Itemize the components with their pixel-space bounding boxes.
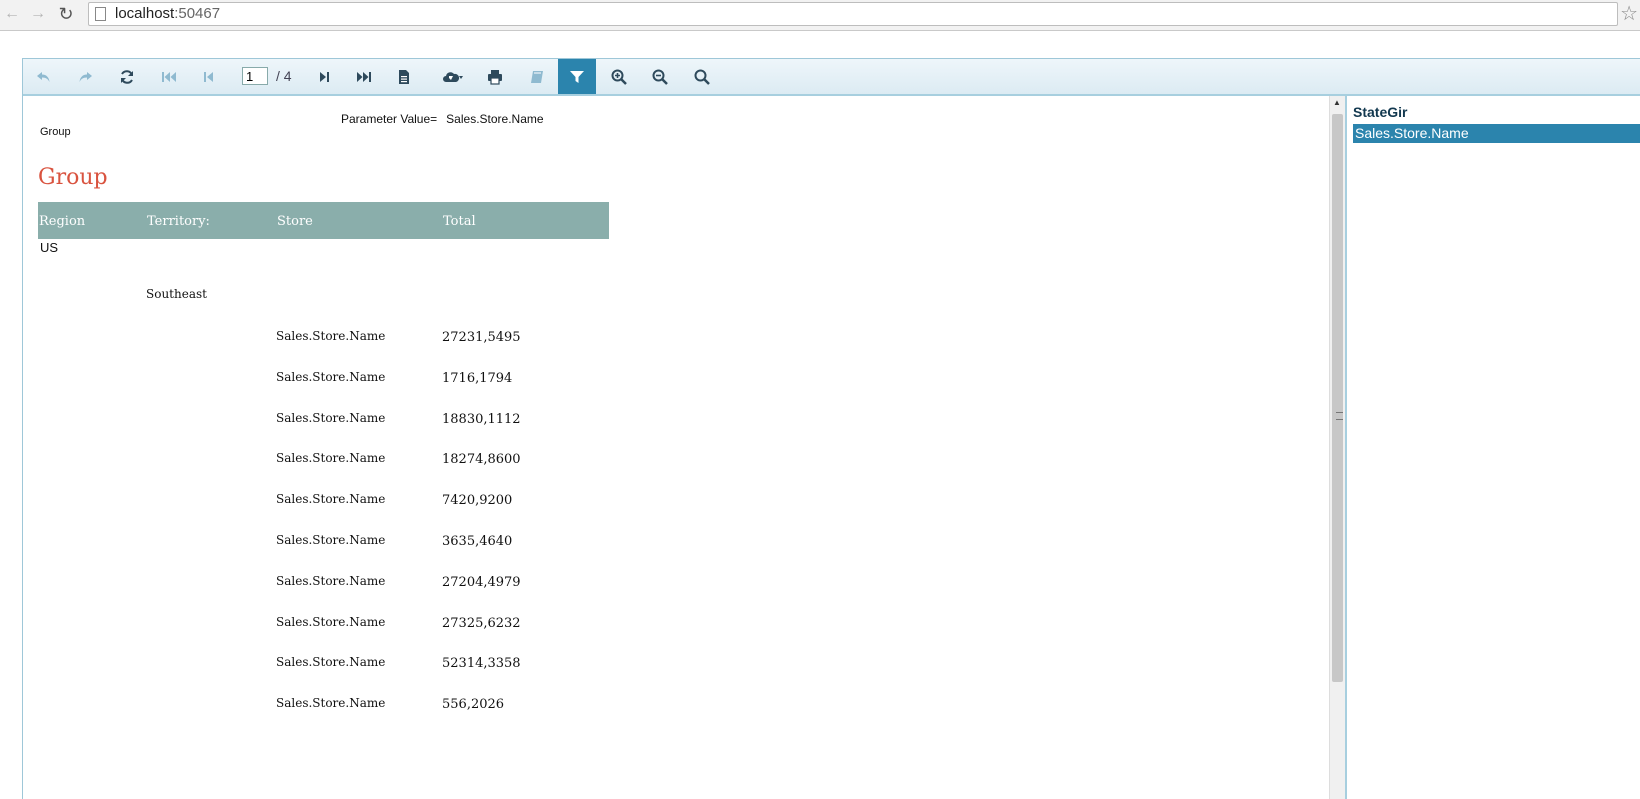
- total-cell: 18274,8600: [442, 452, 521, 467]
- scrollbar-thumb[interactable]: [1332, 114, 1343, 682]
- page-number-input[interactable]: 1: [242, 67, 268, 85]
- page-icon: [95, 7, 106, 21]
- total-cell: 18830,1112: [442, 412, 521, 427]
- viewer-toolbar: 1 / 4: [23, 59, 1640, 96]
- report-page: Parameter Value= Sales.Store.Name Group G…: [23, 96, 1328, 799]
- first-page-icon[interactable]: [150, 59, 188, 94]
- column-header-total: Total: [443, 214, 476, 229]
- store-name-cell: Sales.Store.Name: [276, 696, 386, 710]
- total-cell: 556,2026: [442, 697, 505, 712]
- parameter-name-label: StateGir: [1353, 104, 1408, 120]
- column-header-region: Region: [39, 214, 86, 229]
- column-header-store: Store: [277, 214, 313, 229]
- document-icon[interactable]: [385, 59, 423, 94]
- book-icon[interactable]: [518, 59, 556, 94]
- redo-icon[interactable]: [66, 59, 104, 94]
- parameter-option-selected[interactable]: Sales.Store.Name: [1353, 124, 1640, 143]
- page-total: / 4: [276, 68, 292, 84]
- column-header-territory: Territory:: [147, 214, 210, 229]
- parameter-label: Parameter Value=: [341, 112, 438, 126]
- export-cloud-icon[interactable]: [431, 59, 475, 94]
- filter-icon[interactable]: [558, 59, 596, 94]
- store-name-cell: Sales.Store.Name: [276, 451, 386, 465]
- table-header: Region Territory: Store Total: [38, 202, 609, 239]
- report-title: Group: [38, 165, 108, 190]
- store-name-cell: Sales.Store.Name: [276, 574, 386, 588]
- store-name-cell: Sales.Store.Name: [276, 329, 386, 343]
- next-page-icon[interactable]: [305, 59, 343, 94]
- undo-icon[interactable]: [25, 59, 63, 94]
- store-name-cell: Sales.Store.Name: [276, 615, 386, 629]
- zoom-in-icon[interactable]: [600, 59, 638, 94]
- group-small-label: Group: [40, 126, 71, 138]
- store-name-cell: Sales.Store.Name: [276, 655, 386, 669]
- forward-arrow-icon[interactable]: →: [28, 4, 48, 24]
- print-icon[interactable]: [476, 59, 514, 94]
- total-cell: 27231,5495: [442, 330, 521, 345]
- last-page-icon[interactable]: [345, 59, 383, 94]
- total-cell: 27204,4979: [442, 575, 521, 590]
- total-cell: 3635,4640: [442, 534, 513, 549]
- url-text: localhost:50467: [115, 5, 221, 22]
- store-name-cell: Sales.Store.Name: [276, 533, 386, 547]
- scroll-up-arrow-icon[interactable]: ▲: [1333, 98, 1341, 107]
- report-viewer: 1 / 4 Parameter Value= Sales.Store.Name …: [22, 58, 1640, 799]
- vertical-scrollbar[interactable]: ▲: [1329, 96, 1345, 799]
- browser-chrome: ← → ↻ localhost:50467 ☆: [0, 0, 1640, 31]
- store-name-cell: Sales.Store.Name: [276, 411, 386, 425]
- store-name-cell: Sales.Store.Name: [276, 492, 386, 506]
- store-name-cell: Sales.Store.Name: [276, 370, 386, 384]
- previous-page-icon[interactable]: [190, 59, 228, 94]
- parameter-line: Parameter Value= Sales.Store.Name: [341, 112, 544, 126]
- search-icon[interactable]: [683, 59, 721, 94]
- total-cell: 27325,6232: [442, 616, 521, 631]
- territory-value: Southeast: [146, 287, 207, 301]
- zoom-out-icon[interactable]: [641, 59, 679, 94]
- refresh-icon[interactable]: [108, 59, 146, 94]
- total-cell: 7420,9200: [442, 493, 513, 508]
- address-bar[interactable]: localhost:50467: [88, 2, 1618, 26]
- region-value: US: [40, 240, 59, 255]
- reload-icon[interactable]: ↻: [56, 4, 76, 24]
- total-cell: 1716,1794: [442, 371, 513, 386]
- bookmark-star-icon[interactable]: ☆: [1620, 1, 1638, 26]
- back-arrow-icon[interactable]: ←: [2, 4, 22, 24]
- parameters-panel: StateGir Sales.Store.Name: [1345, 96, 1640, 799]
- total-cell: 52314,3358: [442, 656, 521, 671]
- parameter-value: Sales.Store.Name: [446, 112, 544, 126]
